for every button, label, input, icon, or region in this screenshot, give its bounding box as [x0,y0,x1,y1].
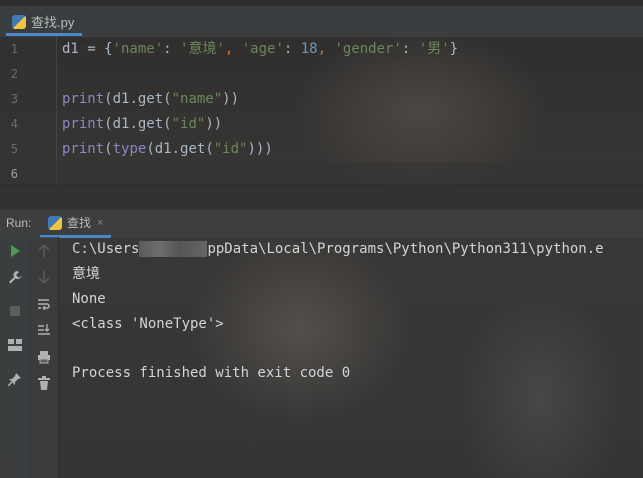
code-token: type [112,141,147,157]
run-panel-header: Run: 查找 × [0,209,643,238]
python-file-icon [12,14,26,29]
code-text: print(d1.get("name")) [62,87,239,112]
code-token: "name" [171,91,223,107]
code-line[interactable]: 5 print(type(d1.get("id"))) [0,137,643,162]
code-token: print [62,141,105,157]
code-token: print [62,91,105,107]
run-console[interactable]: C:\Users ppData\Local\Programs\Python\Pyt… [58,237,643,478]
code-token: "id" [213,141,248,157]
code-token: 'name' [112,41,164,57]
trash-icon[interactable] [35,374,53,392]
arrow-up-icon[interactable] [35,242,53,260]
code-token: : [283,41,301,57]
line-number: 3 [10,92,18,106]
code-token: d1 = { [62,41,113,57]
console-exit-message: Process finished with exit code 0 [72,365,351,381]
line-number: 4 [10,117,18,131]
line-number: 1 [10,42,18,56]
code-token: (d1.get( [104,91,172,107]
code-text: d1 = {'name': '意境', 'age': 18, 'gender':… [62,37,458,62]
code-token: ( [104,141,113,157]
close-icon[interactable]: × [97,217,103,229]
run-toolbar-primary [0,237,31,478]
code-token: 18 [300,41,318,57]
code-token: (d1.get( [146,141,214,157]
code-line[interactable]: 3 print(d1.get("name")) [0,87,643,112]
console-path-suffix: ppData\Local\Programs\Python\Python311\p… [207,241,604,257]
code-line[interactable]: 2 [0,62,643,87]
code-token: 'age' [241,41,284,57]
python-file-icon [48,215,62,230]
code-line[interactable]: 4 print(d1.get("id")) [0,112,643,137]
ide-window: 查找.py 1 d1 = {'name': '意境', 'age': 18, 'g… [0,0,643,478]
console-output-line: None [72,291,106,307]
code-token: 'gender' [334,41,402,57]
code-token: : [401,41,419,57]
editor-tab-bar: 查找.py [0,0,643,38]
code-token: )) [222,91,240,107]
scroll-to-end-icon[interactable] [35,321,53,339]
title-strip [0,0,643,6]
code-token: : [163,41,181,57]
console-path-prefix: C:\Users [72,241,140,257]
console-command-line: C:\Users ppData\Local\Programs\Python\Pyt… [72,237,604,262]
code-token: } [449,41,459,57]
line-number: 2 [10,67,18,81]
tab-title: 查找.py [31,15,75,30]
arrow-down-icon[interactable] [35,268,53,286]
run-toolbar-secondary [30,237,59,478]
run-icon[interactable] [6,242,24,260]
code-token: ))) [247,141,273,157]
stop-icon[interactable] [6,302,24,320]
code-editor[interactable]: 1 d1 = {'name': '意境', 'age': 18, 'gender'… [0,37,643,187]
soft-wrap-icon[interactable] [35,295,53,313]
console-output-line: <class 'NoneType'> [72,316,224,332]
pin-icon[interactable] [6,370,24,388]
run-panel-label: Run: [6,216,32,230]
layout-icon[interactable] [6,336,24,354]
run-tab-title: 查找 [67,216,92,230]
tab-editor-file[interactable]: 查找.py [6,10,83,36]
code-token: (d1.get( [104,116,172,132]
line-number: 5 [10,142,18,156]
tab-run-config[interactable]: 查找 × [40,210,112,238]
code-token: '男' [418,41,450,57]
editor-bottom-area [0,184,643,209]
redacted-username [139,241,208,257]
code-text: print(type(d1.get("id"))) [62,137,273,162]
code-token: print [62,116,105,132]
code-text: print(d1.get("id")) [62,112,222,137]
code-token: '意境' [180,41,225,57]
code-token: , [224,41,242,57]
wrench-icon[interactable] [6,268,24,286]
console-output-line: 意境 [72,266,100,282]
code-token: , [317,41,335,57]
code-token: "id" [171,116,206,132]
print-icon[interactable] [35,348,53,366]
code-token: )) [205,116,223,132]
code-line[interactable]: 1 d1 = {'name': '意境', 'age': 18, 'gender'… [0,37,643,62]
